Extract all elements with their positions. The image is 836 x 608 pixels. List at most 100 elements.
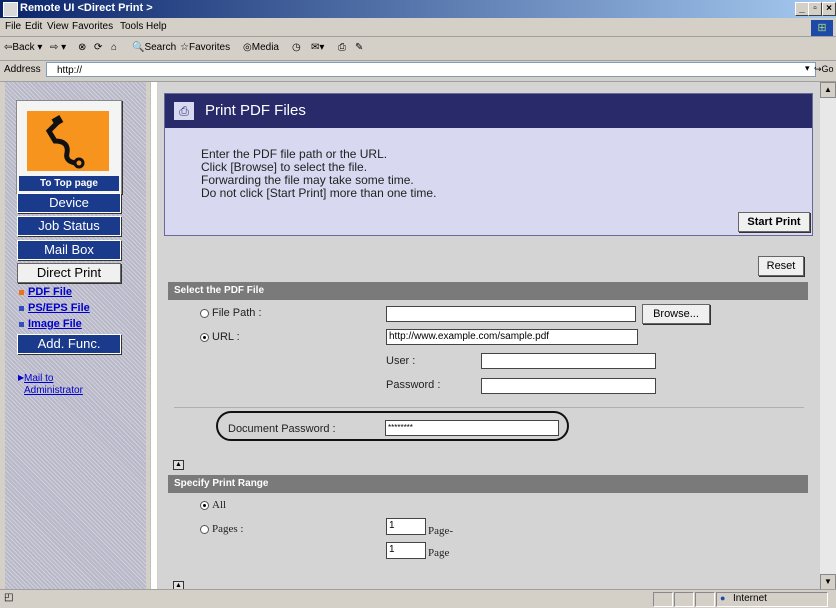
file-path-input[interactable] [386, 306, 636, 322]
mail-to-administrator-link[interactable]: Mail to Administrator [24, 373, 83, 397]
favorites-button[interactable]: ☆Favorites [180, 42, 230, 53]
url-radio[interactable] [200, 332, 209, 342]
all-radio[interactable] [200, 500, 209, 510]
page-content: To Top page Device Job Status Mail Box D… [0, 82, 836, 589]
direct-print-button[interactable]: Direct Print [17, 263, 121, 283]
scroll-up-icon[interactable]: ▲ [820, 82, 836, 98]
document-password-label: Document Password : [228, 423, 336, 435]
window-title-bar: Remote UI <Direct Print > _ ▫ × [0, 0, 836, 18]
back-button[interactable]: ⇦Back ▾ [4, 42, 42, 53]
page-from-input[interactable]: 1 [386, 518, 426, 535]
pages-radio[interactable] [200, 524, 209, 534]
url-label: URL : [212, 331, 240, 343]
search-button[interactable]: 🔍Search [132, 42, 176, 53]
menu-favorites[interactable]: Favorites [72, 21, 113, 32]
pdf-file-link[interactable]: PDF File [19, 286, 72, 298]
frame-separator[interactable] [150, 82, 157, 589]
bullet-icon [19, 289, 24, 295]
browse-button[interactable]: Browse... [642, 304, 710, 324]
page-title: Print PDF Files [205, 102, 306, 119]
reset-button[interactable]: Reset [758, 256, 804, 276]
status-cell [674, 592, 694, 607]
status-cell [653, 592, 673, 607]
pdf-file-label: PDF File [28, 286, 73, 298]
page-from-suffix: Page- [428, 525, 454, 537]
stop-icon[interactable]: ⊗ [78, 42, 86, 53]
sidebar: To Top page Device Job Status Mail Box D… [5, 82, 146, 589]
zone-cell: ● Internet [716, 592, 828, 607]
password-label: Password : [386, 379, 441, 391]
go-label: Go [821, 64, 834, 74]
search-label: Search [144, 42, 177, 53]
divider [174, 407, 804, 408]
mail-icon[interactable]: ✉▾ [311, 42, 324, 53]
url-input[interactable]: http://www.example.com/sample.pdf [386, 329, 638, 345]
panel-header: ⎙ Print PDF Files [165, 94, 812, 128]
user-input[interactable] [481, 353, 656, 369]
address-input[interactable]: http:// [46, 62, 816, 77]
password-input[interactable] [481, 378, 656, 394]
print-icon[interactable]: ⎙ [338, 42, 346, 53]
maximize-button[interactable]: ▫ [808, 2, 822, 16]
collapse-up-icon[interactable]: ▲ [173, 460, 184, 470]
favorites-label: Favorites [188, 42, 231, 53]
menu-file[interactable]: File [5, 21, 21, 32]
file-path-radio[interactable] [200, 308, 209, 318]
file-path-option[interactable]: File Path : [200, 307, 262, 319]
forward-button[interactable]: ⇨ ▾ [50, 42, 66, 53]
mail-to-label: Mail to [24, 373, 54, 384]
bullet-icon [19, 321, 24, 327]
add-func-button[interactable]: Add. Func. [17, 334, 121, 354]
address-bar: Address http:// ▾ ↪Go [0, 61, 836, 82]
back-label: ⇦Back [4, 42, 35, 53]
document-password-input[interactable]: ******** [385, 420, 559, 436]
go-button[interactable]: ↪Go [814, 64, 834, 75]
page-status-icon: ◰ [4, 592, 14, 603]
media-label: Media [251, 42, 279, 53]
instruction-line: Do not click [Start Print] more than one… [201, 186, 437, 200]
top-page-button[interactable]: To Top page [16, 100, 122, 194]
menu-bar: File Edit View Favorites Tools Help [0, 19, 836, 37]
forward-icon: ⇨ [50, 42, 59, 53]
vertical-scrollbar[interactable]: ▲ ▼ [820, 82, 836, 589]
address-dropdown-icon[interactable]: ▾ [805, 63, 810, 74]
url-option[interactable]: URL : [200, 331, 240, 343]
job-status-button[interactable]: Job Status [17, 216, 121, 236]
page-to-suffix: Page [428, 547, 450, 559]
scroll-down-icon[interactable]: ▼ [820, 574, 836, 589]
pages-option[interactable]: Pages : [200, 523, 243, 535]
mail-box-button[interactable]: Mail Box [17, 240, 121, 260]
menu-view[interactable]: View [47, 21, 69, 32]
ps-eps-file-link[interactable]: PS/EPS File [19, 302, 90, 314]
menu-edit[interactable]: Edit [25, 21, 42, 32]
minimize-button[interactable]: _ [795, 2, 809, 16]
zone-label: Internet [733, 593, 767, 604]
toolbar: ⇦Back ▾ ⇨ ▾ ⊗ ⟳ ⌂ 🔍Search ☆Favorites ◎Me… [0, 37, 836, 61]
start-print-button[interactable]: Start Print [738, 212, 810, 232]
media-button[interactable]: ◎Media [243, 42, 279, 53]
address-label: Address [4, 64, 41, 75]
refresh-icon[interactable]: ⟳ [94, 42, 102, 53]
all-label: All [212, 499, 227, 511]
image-file-label: Image File [28, 318, 82, 330]
bullet-icon [19, 305, 24, 311]
close-button[interactable]: × [822, 2, 836, 16]
image-file-link[interactable]: Image File [19, 318, 82, 330]
select-pdf-heading: Select the PDF File [168, 282, 808, 300]
browser-icon [3, 2, 18, 17]
cable-icon [45, 115, 85, 169]
page-to-input[interactable]: 1 [386, 542, 426, 559]
ps-eps-file-label: PS/EPS File [28, 302, 90, 314]
all-option[interactable]: All [200, 499, 226, 511]
history-icon[interactable]: ◷ [292, 42, 301, 53]
status-cell [695, 592, 715, 607]
edit-icon[interactable]: ✎ [355, 42, 363, 53]
instruction-line: Click [Browse] to select the file. [201, 160, 368, 174]
menu-help[interactable]: Help [146, 21, 167, 32]
device-button[interactable]: Device [17, 193, 121, 213]
home-icon[interactable]: ⌂ [111, 42, 117, 53]
window-title: Remote UI <Direct Print > [20, 2, 153, 14]
collapse-up-icon[interactable]: ▲ [173, 581, 184, 589]
menu-tools[interactable]: Tools [120, 21, 143, 32]
top-page-label: To Top page [19, 176, 119, 191]
